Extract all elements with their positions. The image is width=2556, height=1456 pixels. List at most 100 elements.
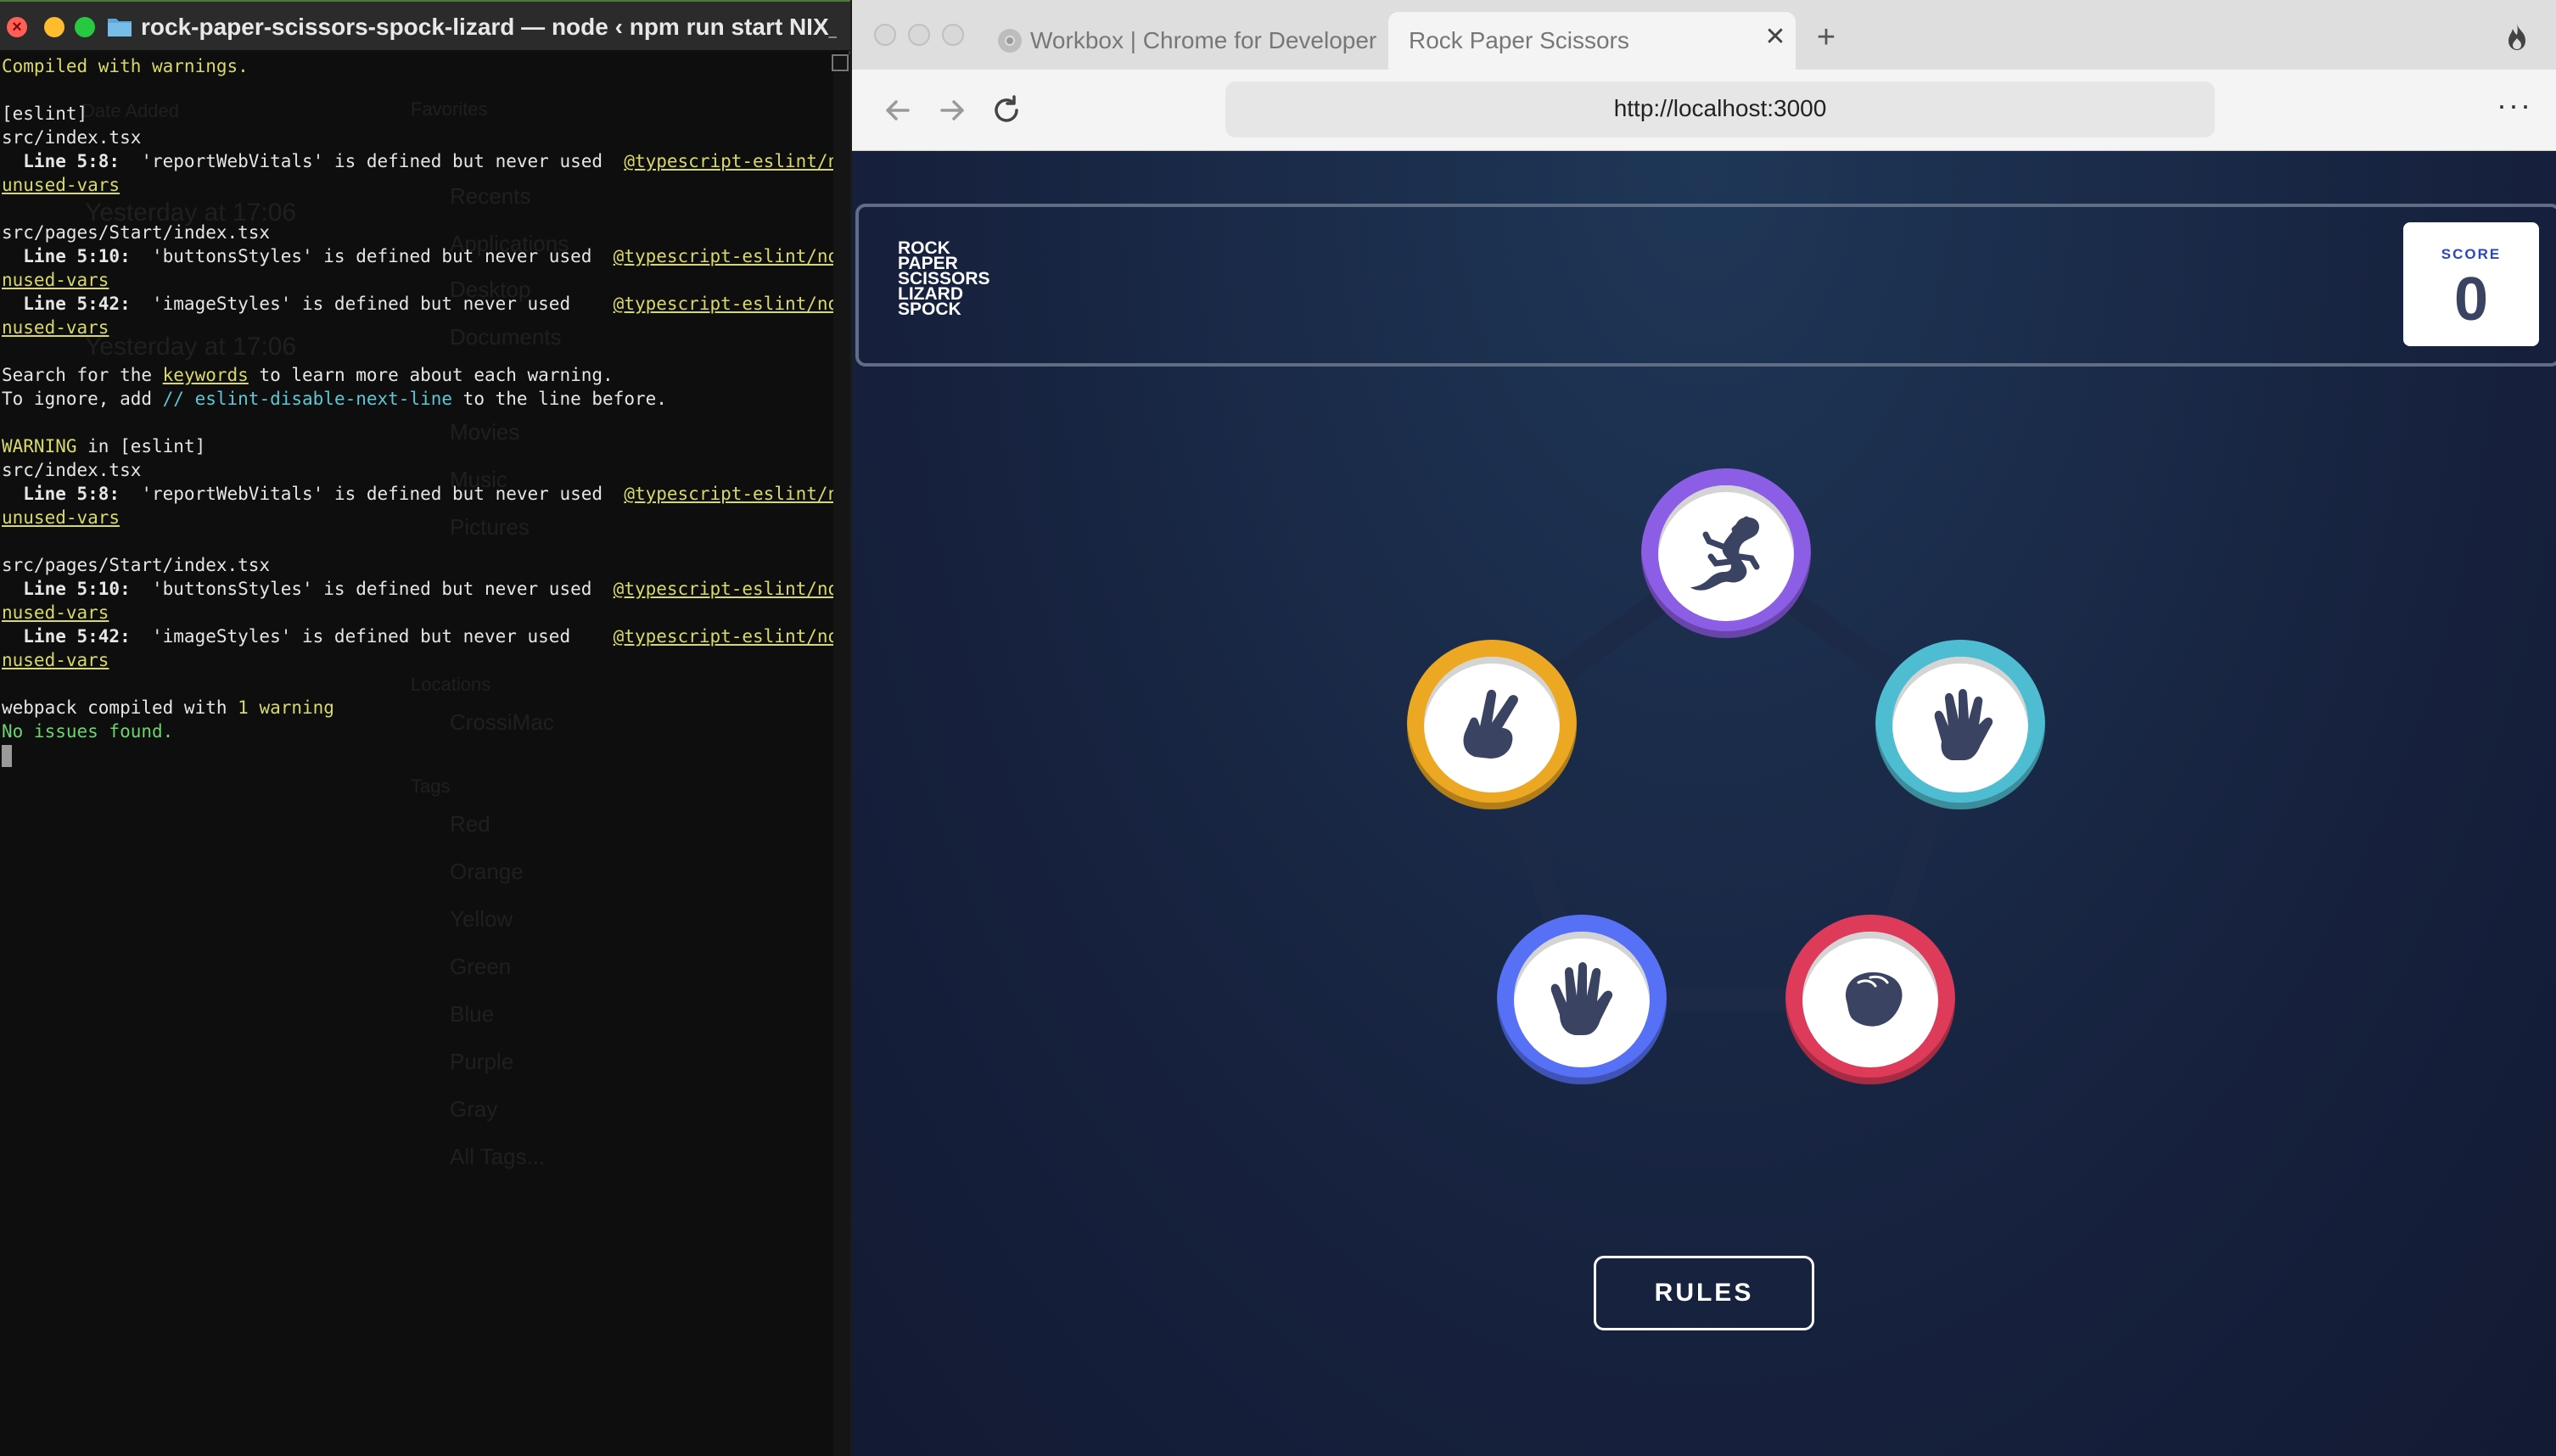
terminal-text: 'imageStyles' is defined but never used [130, 626, 614, 647]
terminal-scrollbar[interactable] [833, 54, 850, 1456]
terminal-text: nused-vars [2, 270, 109, 290]
terminal-line: webpack compiled with 1 warning [2, 696, 833, 720]
terminal-titlebar[interactable]: × rock-paper-scissors-spock-lizard — nod… [0, 0, 850, 51]
terminal-text: in [eslint] [76, 436, 206, 456]
paper-icon [1550, 962, 1613, 1035]
address-bar[interactable]: http://localhost:3000 [1225, 81, 2215, 137]
spock-icon [1934, 689, 1993, 760]
terminal-text: No issues found. [2, 721, 174, 742]
terminal-text: src/index.tsx [2, 127, 142, 148]
new-tab-button[interactable]: + [1809, 20, 1843, 54]
terminal-text: WARNING [2, 436, 77, 456]
minimize-window-button[interactable] [44, 17, 64, 37]
terminal-text: @typescript-eslint/no-u [613, 626, 833, 647]
choice-inner [1424, 657, 1560, 792]
terminal-text: to the line before. [452, 389, 667, 409]
spock-choice-button[interactable] [1875, 640, 2045, 809]
choice-inner [1802, 932, 1938, 1067]
terminal-line: [eslint] [2, 102, 833, 126]
tab-label: Workbox | Chrome for Developer [1030, 27, 1377, 53]
reload-icon[interactable] [986, 90, 1027, 131]
terminal-text: Line 5:8: [2, 151, 121, 171]
lizard-icon [1690, 516, 1760, 591]
terminal-output[interactable]: Compiled with warnings. [eslint] src/index… [0, 54, 833, 1456]
terminal-text: 'reportWebVitals' is defined but never u… [120, 151, 625, 171]
terminal-line: Compiled with warnings. [2, 54, 833, 78]
flame-icon[interactable] [2503, 22, 2531, 51]
terminal-text: Search for the [2, 365, 163, 385]
terminal-text: 'buttonsStyles' is defined but never use… [130, 246, 614, 266]
terminal-text: Line 5:10: [2, 246, 131, 266]
close-window-button[interactable] [874, 24, 896, 46]
terminal-text: unused-vars [2, 175, 121, 195]
terminal-line: nused-vars [2, 268, 833, 292]
paper-choice-button[interactable] [1497, 915, 1667, 1084]
terminal-line: Line 5:42: 'imageStyles' is defined but … [2, 292, 833, 316]
terminal-title: rock-paper-scissors-spock-lizard — node … [141, 14, 837, 40]
terminal-text: 'buttonsStyles' is defined but never use… [130, 579, 614, 599]
folder-icon [108, 19, 132, 36]
terminal-text: [eslint] [2, 104, 88, 124]
terminal-line: Search for the keywords to learn more ab… [2, 363, 833, 387]
choice-inner [1892, 657, 2028, 792]
terminal-line: To ignore, add // eslint-disable-next-li… [2, 387, 833, 411]
rock-icon [1845, 972, 1903, 1027]
browser-window[interactable]: Workbox | Chrome for Developer Rock Pape… [852, 0, 2556, 1456]
terminal-line: nused-vars [2, 316, 833, 339]
url-text: http://localhost:3000 [1613, 95, 1827, 121]
terminal-text: @typescript-eslint/no- [624, 484, 833, 504]
terminal-text: src/pages/Start/index.tsx [2, 555, 271, 575]
maximize-window-button[interactable] [942, 24, 964, 46]
terminal-cursor [2, 745, 12, 767]
terminal-text: @typescript-eslint/no-u [613, 246, 833, 266]
terminal-text: nused-vars [2, 602, 109, 623]
terminal-line: WARNING in [eslint] [2, 434, 833, 458]
terminal-text: to learn more about each warning. [248, 365, 614, 385]
terminal-line: No issues found. [2, 720, 833, 743]
lizard-choice-button[interactable] [1641, 468, 1811, 638]
back-arrow-icon[interactable] [877, 90, 918, 131]
terminal-text: src/index.tsx [2, 460, 142, 480]
close-tab-icon[interactable]: ✕ [1762, 24, 1789, 51]
tab-rock-paper-scissors[interactable]: Rock Paper Scissors ✕ [1388, 12, 1796, 70]
terminal-line: nused-vars [2, 601, 833, 624]
terminal-text: // eslint-disable-next-line [162, 389, 453, 409]
terminal-line: Line 5:8: 'reportWebVitals' is defined b… [2, 482, 833, 506]
terminal-line: unused-vars [2, 173, 833, 197]
forward-arrow-icon[interactable] [932, 90, 973, 131]
more-menu-icon[interactable]: ··· [2497, 90, 2531, 131]
minimize-window-button[interactable] [908, 24, 930, 46]
close-window-button[interactable]: × [7, 17, 27, 37]
terminal-text: @typescript-eslint/no-u [613, 579, 833, 599]
terminal-line: src/index.tsx [2, 126, 833, 149]
terminal-text: Line 5:42: [2, 294, 131, 314]
tab-bar: Workbox | Chrome for Developer Rock Pape… [852, 0, 2556, 70]
terminal-text: Compiled with warnings. [2, 56, 249, 76]
terminal-line: Line 5:42: 'imageStyles' is defined but … [2, 624, 833, 648]
terminal-text: @typescript-eslint/no-u [613, 294, 833, 314]
terminal-text: 'reportWebVitals' is defined but never u… [120, 484, 625, 504]
terminal-text: Line 5:10: [2, 579, 131, 599]
tab-workbox[interactable]: Workbox | Chrome for Developer [988, 17, 1395, 64]
terminal-text: Line 5:42: [2, 626, 131, 647]
terminal-text: webpack compiled with [2, 697, 238, 718]
terminal-window[interactable]: × rock-paper-scissors-spock-lizard — nod… [0, 0, 850, 1456]
terminal-line: Line 5:8: 'reportWebVitals' is defined b… [2, 149, 833, 173]
choice-inner [1658, 485, 1794, 621]
terminal-line: src/index.tsx [2, 458, 833, 482]
terminal-text: 'imageStyles' is defined but never used [130, 294, 614, 314]
scissors-choice-button[interactable] [1407, 640, 1577, 809]
terminal-text: 1 warning [238, 697, 334, 718]
rock-choice-button[interactable] [1785, 915, 1955, 1084]
maximize-window-button[interactable] [75, 17, 95, 37]
terminal-text: @typescript-eslint/no- [624, 151, 833, 171]
rules-button[interactable]: RULES [1594, 1256, 1814, 1330]
game-page: ROCKPAPERSCISSORSLIZARDSPOCK SCORE 0 [852, 151, 2556, 1456]
tab-label: Rock Paper Scissors [1409, 27, 1629, 53]
terminal-line: src/pages/Start/index.tsx [2, 553, 833, 577]
